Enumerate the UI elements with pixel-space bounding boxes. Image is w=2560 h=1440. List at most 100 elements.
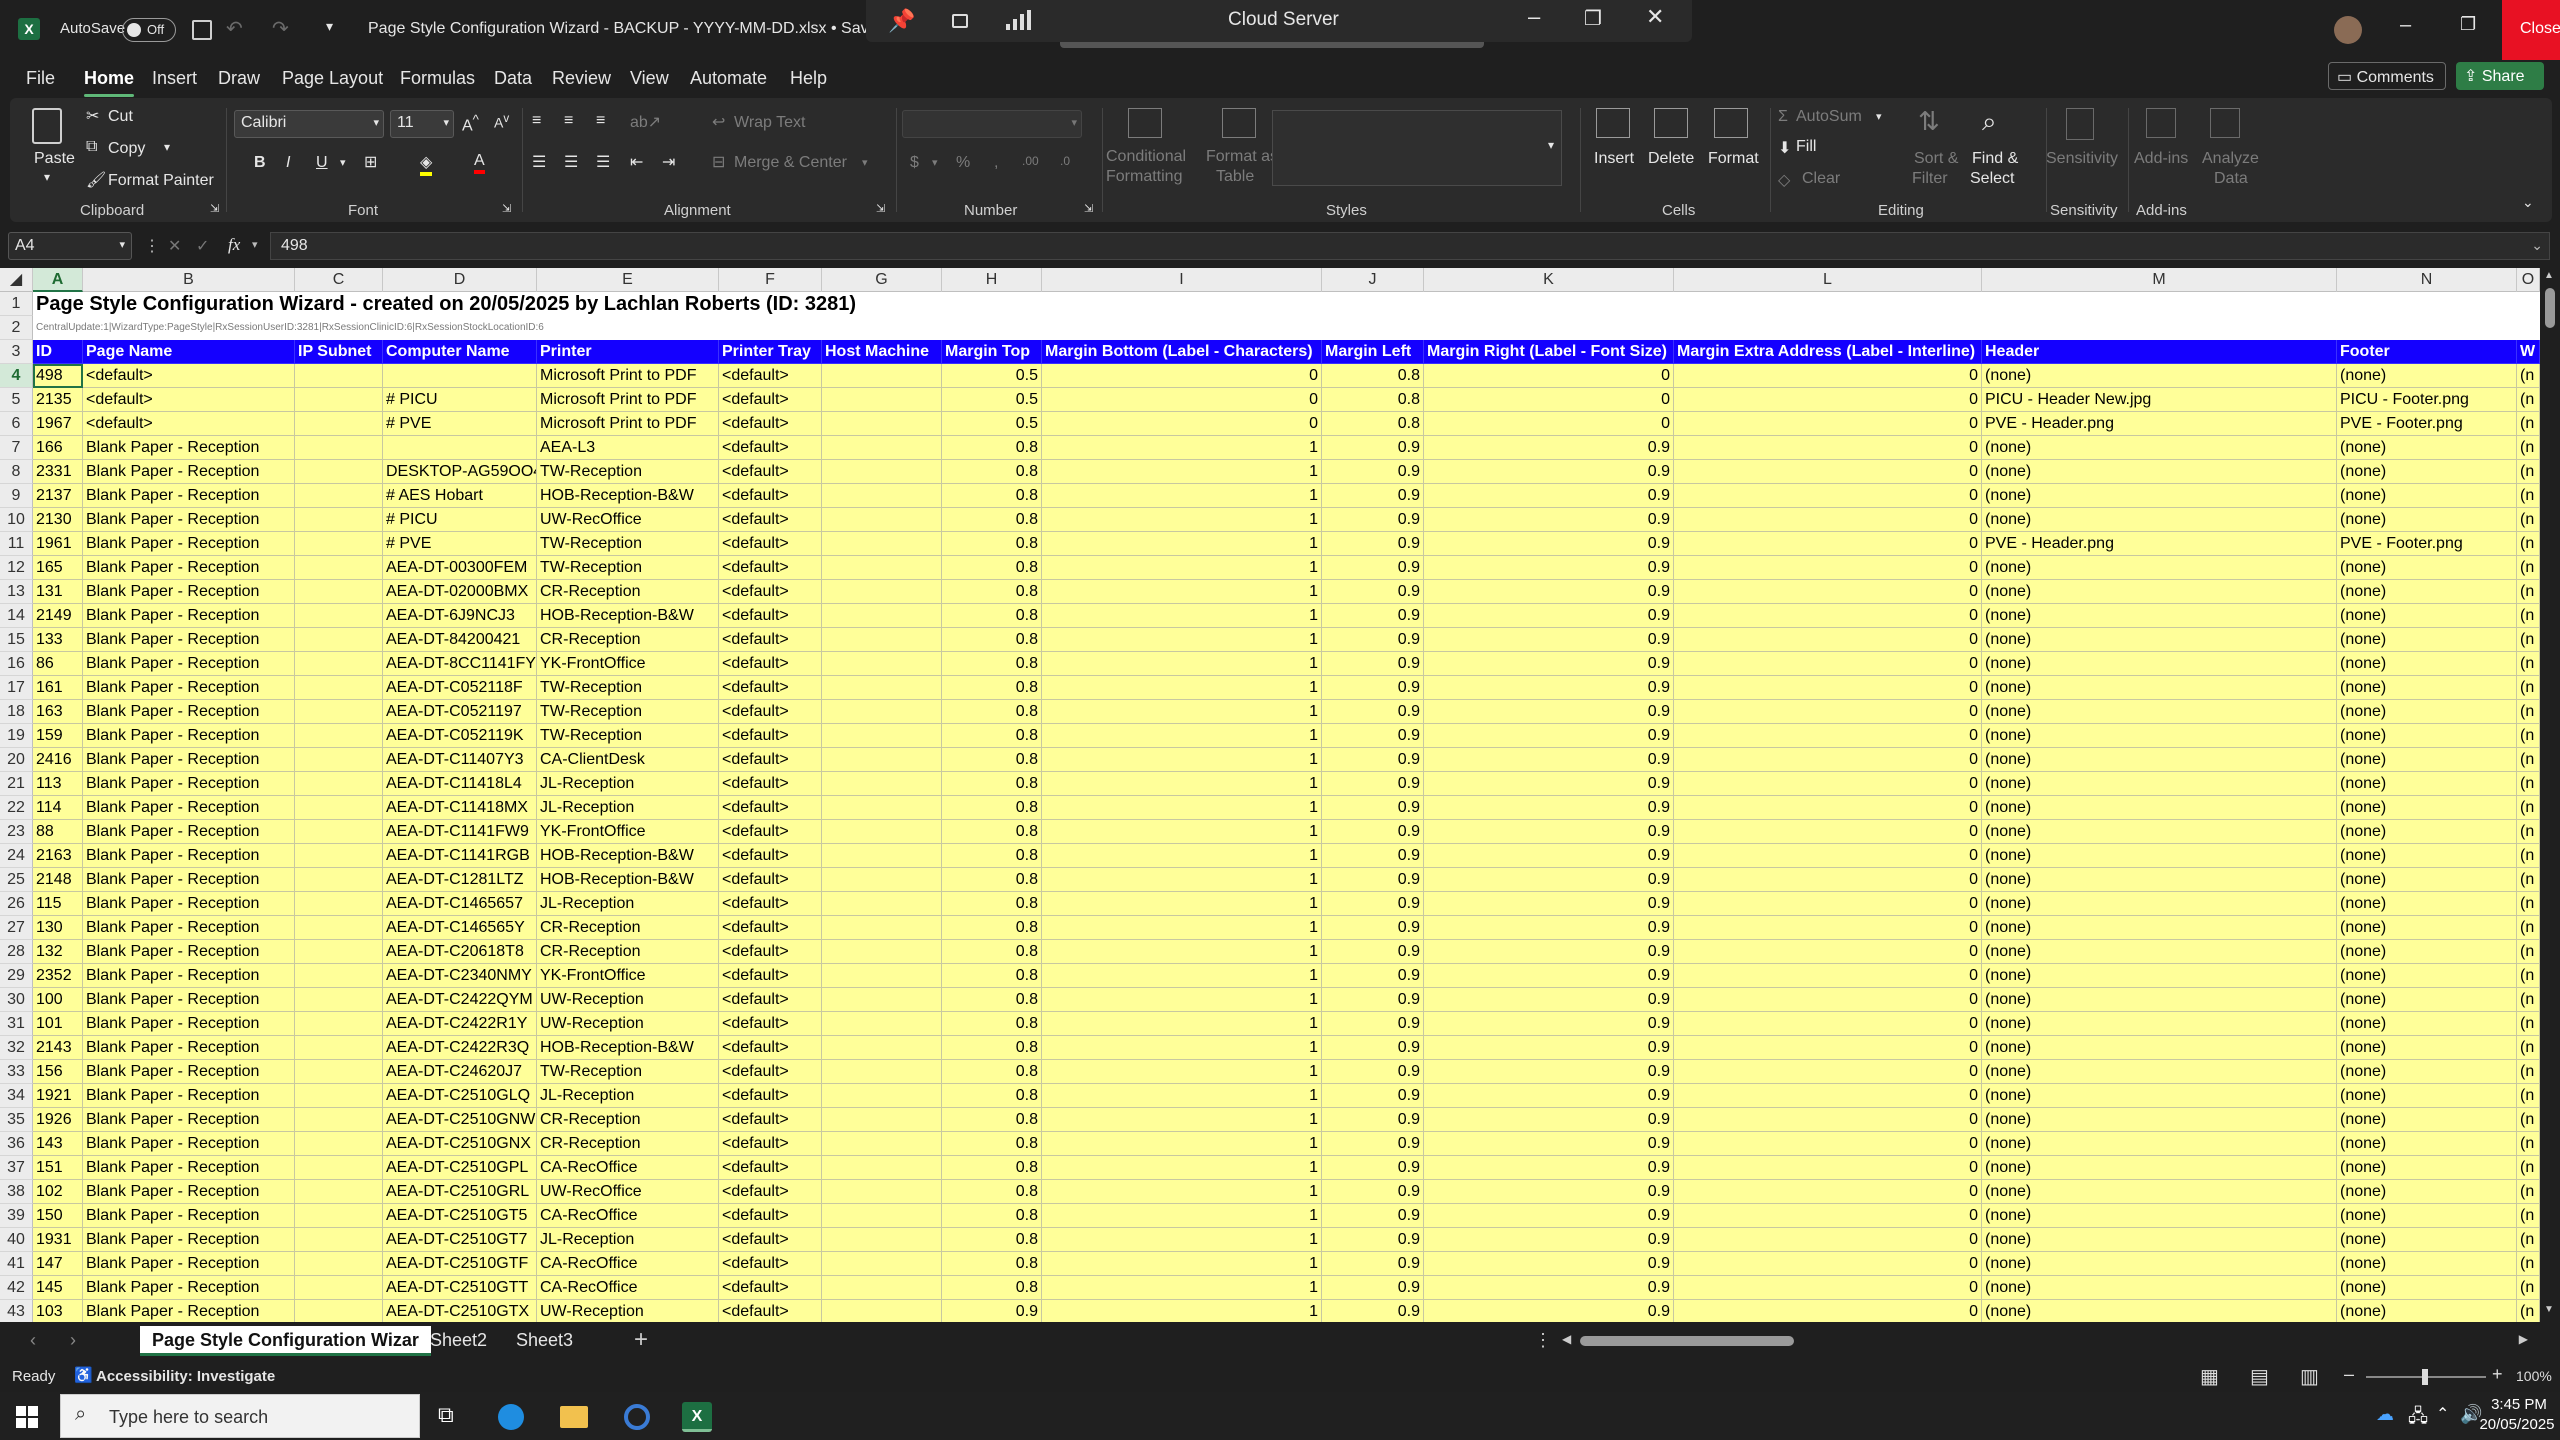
data-cell[interactable]: 1: [1042, 844, 1322, 868]
data-cell[interactable]: 0.9: [1322, 772, 1424, 796]
data-cell[interactable]: AEA-DT-C2510GPL: [383, 1156, 537, 1180]
data-cell[interactable]: 0.8: [942, 820, 1042, 844]
data-cell[interactable]: 0.9: [1322, 1300, 1424, 1322]
data-cell[interactable]: 0.9: [1424, 1252, 1674, 1276]
column-title-cell[interactable]: IP Subnet: [295, 340, 383, 364]
data-cell[interactable]: 0: [1674, 1276, 1982, 1300]
format-painter-button[interactable]: Format Painter: [108, 172, 214, 190]
data-cell[interactable]: (n: [2517, 484, 2540, 508]
data-cell[interactable]: 0: [1674, 580, 1982, 604]
data-cell[interactable]: (none): [1982, 652, 2337, 676]
row-header[interactable]: 4: [0, 364, 33, 388]
data-cell[interactable]: (n: [2517, 1300, 2540, 1322]
page-layout-view-icon[interactable]: ▤: [2250, 1364, 2269, 1389]
data-cell[interactable]: 0.9: [1322, 1084, 1424, 1108]
data-cell[interactable]: [295, 580, 383, 604]
data-cell[interactable]: (none): [1982, 1036, 2337, 1060]
data-cell[interactable]: (n: [2517, 388, 2540, 412]
data-cell[interactable]: Blank Paper - Reception: [83, 436, 295, 460]
signal-icon[interactable]: [1006, 10, 1032, 30]
data-cell[interactable]: <default>: [719, 652, 822, 676]
data-cell[interactable]: (none): [2337, 676, 2517, 700]
data-cell[interactable]: Blank Paper - Reception: [83, 460, 295, 484]
data-cell[interactable]: Microsoft Print to PDF: [537, 412, 719, 436]
data-cell[interactable]: 1: [1042, 484, 1322, 508]
data-cell[interactable]: [295, 988, 383, 1012]
data-cell[interactable]: <default>: [719, 1012, 822, 1036]
data-cell[interactable]: (none): [1982, 796, 2337, 820]
data-cell[interactable]: 113: [33, 772, 83, 796]
data-cell[interactable]: <default>: [719, 556, 822, 580]
data-cell[interactable]: <default>: [719, 412, 822, 436]
data-cell[interactable]: (none): [1982, 1156, 2337, 1180]
page-break-view-icon[interactable]: ▥: [2300, 1364, 2319, 1389]
data-cell[interactable]: [295, 700, 383, 724]
underline-dropdown-icon[interactable]: ▾: [340, 156, 346, 169]
data-cell[interactable]: [822, 364, 942, 388]
data-cell[interactable]: UW-RecOffice: [537, 1180, 719, 1204]
data-cell[interactable]: AEA-DT-C2340NMY: [383, 964, 537, 988]
data-cell[interactable]: <default>: [719, 1132, 822, 1156]
align-right-icon[interactable]: ☰: [596, 152, 610, 172]
cloud-close-icon[interactable]: ✕: [1646, 4, 1664, 30]
data-cell[interactable]: 1: [1042, 604, 1322, 628]
data-cell[interactable]: AEA-DT-C2510GLQ: [383, 1084, 537, 1108]
worksheet-grid[interactable]: ◢ ABCDEFGHIJKLMNO 1 Page Style Configurat…: [0, 268, 2540, 1322]
network-icon[interactable]: 🖧: [2408, 1404, 2428, 1434]
row-header[interactable]: 36: [0, 1132, 33, 1156]
data-cell[interactable]: [295, 556, 383, 580]
row-header[interactable]: 22: [0, 796, 33, 820]
data-cell[interactable]: [295, 844, 383, 868]
data-cell[interactable]: <default>: [719, 868, 822, 892]
data-cell[interactable]: 0.9: [1424, 1132, 1674, 1156]
data-cell[interactable]: 150: [33, 1204, 83, 1228]
data-cell[interactable]: [822, 1156, 942, 1180]
cloud-drag-handle[interactable]: [1060, 42, 1484, 48]
tab-scroll-right-icon[interactable]: ›: [70, 1330, 76, 1351]
data-cell[interactable]: (none): [2337, 724, 2517, 748]
data-cell[interactable]: (none): [2337, 964, 2517, 988]
data-cell[interactable]: AEA-DT-C1141FW9: [383, 820, 537, 844]
data-cell[interactable]: # AES Hobart: [383, 484, 537, 508]
data-cell[interactable]: Blank Paper - Reception: [83, 940, 295, 964]
data-cell[interactable]: <default>: [719, 700, 822, 724]
data-cell[interactable]: JL-Reception: [537, 1084, 719, 1108]
data-cell[interactable]: [295, 604, 383, 628]
data-cell[interactable]: AEA-DT-C2510GTF: [383, 1252, 537, 1276]
menu-help[interactable]: Help: [790, 68, 827, 89]
data-cell[interactable]: [822, 1036, 942, 1060]
data-cell[interactable]: (none): [1982, 1084, 2337, 1108]
row-header[interactable]: 15: [0, 628, 33, 652]
column-header-f[interactable]: F: [719, 268, 822, 292]
data-cell[interactable]: AEA-DT-C24620J7: [383, 1060, 537, 1084]
data-cell[interactable]: Blank Paper - Reception: [83, 1300, 295, 1322]
data-cell[interactable]: 1: [1042, 628, 1322, 652]
paste-button[interactable]: Paste: [34, 150, 75, 168]
data-cell[interactable]: 0: [1424, 412, 1674, 436]
data-cell[interactable]: 0: [1674, 556, 1982, 580]
tray-more-icon[interactable]: ⌃: [2436, 1404, 2449, 1424]
data-cell[interactable]: 1: [1042, 700, 1322, 724]
data-cell[interactable]: 1967: [33, 412, 83, 436]
file-explorer-icon[interactable]: [560, 1406, 588, 1428]
percent-icon[interactable]: %: [956, 154, 970, 172]
data-cell[interactable]: (n: [2517, 892, 2540, 916]
data-cell[interactable]: AEA-DT-C1281LTZ: [383, 868, 537, 892]
data-cell[interactable]: 0.9: [1322, 868, 1424, 892]
data-cell[interactable]: <default>: [719, 772, 822, 796]
data-cell[interactable]: 1: [1042, 964, 1322, 988]
data-cell[interactable]: 0.9: [1424, 1228, 1674, 1252]
data-cell[interactable]: (none): [2337, 628, 2517, 652]
insert-function-icon[interactable]: fx: [228, 235, 240, 255]
conditional-formatting-button-l2[interactable]: Formatting: [1106, 168, 1182, 186]
data-cell[interactable]: TW-Reception: [537, 724, 719, 748]
tab-sheet2[interactable]: Sheet2: [418, 1326, 499, 1356]
row-header[interactable]: 41: [0, 1252, 33, 1276]
data-cell[interactable]: 0.8: [942, 1228, 1042, 1252]
data-cell[interactable]: AEA-DT-C20618T8: [383, 940, 537, 964]
row-header[interactable]: 32: [0, 1036, 33, 1060]
data-cell[interactable]: 2416: [33, 748, 83, 772]
data-cell[interactable]: (none): [1982, 916, 2337, 940]
data-cell[interactable]: (none): [2337, 916, 2517, 940]
data-cell[interactable]: 0.8: [942, 1156, 1042, 1180]
